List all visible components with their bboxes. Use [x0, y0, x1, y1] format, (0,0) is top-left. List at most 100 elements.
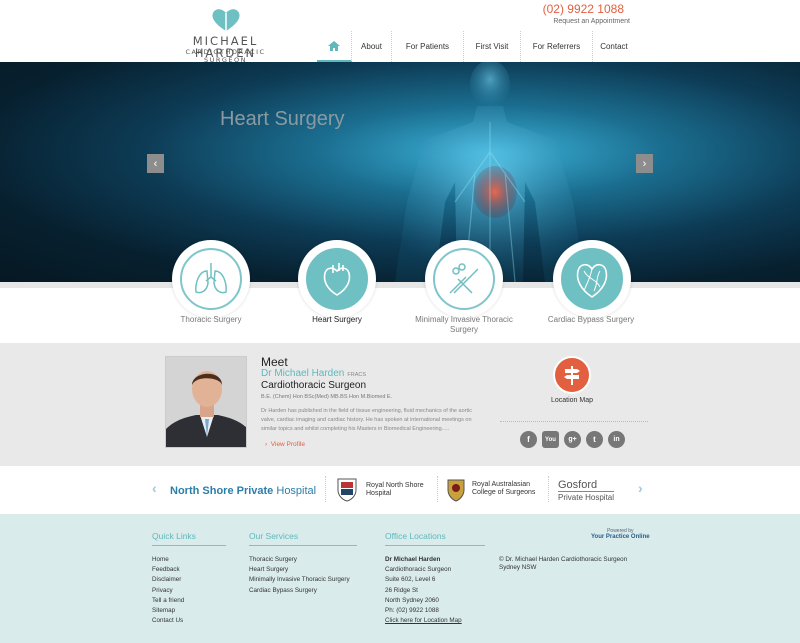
racs-crest-icon[interactable]	[445, 476, 467, 502]
service-label-cardiac-bypass[interactable]: Cardiac Bypass Surgery	[541, 315, 641, 325]
facebook-icon[interactable]: f	[520, 431, 537, 448]
racs-line2: College of Surgeons	[472, 489, 536, 496]
hero-title: Heart Surgery	[220, 108, 345, 130]
service-label-thoracic[interactable]: Thoracic Surgery	[161, 315, 261, 325]
slider-prev-button[interactable]: ‹	[147, 154, 164, 173]
location-map-button[interactable]	[553, 356, 591, 394]
divider	[437, 476, 438, 502]
doctor-portrait-image	[166, 357, 246, 447]
main-nav: About For Patients First Visit For Refer…	[317, 31, 635, 62]
nav-contact[interactable]: Contact	[593, 31, 635, 62]
hero-slider: Heart Surgery ‹ ›	[0, 62, 800, 282]
quick-links-list: Home Feedback Disclaimer Privacy Tell a …	[152, 555, 184, 626]
surgical-instruments-icon	[449, 263, 479, 294]
location-map-link[interactable]: Click here for Location Map	[385, 616, 462, 626]
doctor-bio: Dr Harden has published in the field of …	[261, 408, 472, 432]
north-shore-private-logo[interactable]: North Shore Private Hospital	[170, 485, 316, 497]
doctor-fracs: FRACS	[347, 372, 367, 378]
heart-logo-icon	[212, 9, 240, 31]
footer-link-home[interactable]: Home	[152, 555, 184, 565]
office-line: Suite 602, Level 6	[385, 576, 436, 584]
social-links: f You g+ t in	[520, 431, 625, 448]
bypass-heart-icon	[576, 263, 608, 298]
footer-link-contact-us[interactable]: Contact Us	[152, 616, 184, 626]
royal-north-shore-logo[interactable]: Royal North Shore Hospital	[366, 482, 424, 498]
office-line: 26 Ridge St	[385, 586, 418, 594]
gosford-name: Gosford	[558, 479, 598, 491]
partners-carousel: ‹ North Shore Private Hospital Royal Nor…	[0, 466, 800, 514]
doctor-role: Cardiothoracic Surgeon	[261, 380, 367, 391]
office-name-text: Dr Michael Harden	[385, 556, 441, 563]
rnsh-line2: Hospital	[366, 490, 392, 497]
slider-next-button[interactable]: ›	[636, 154, 653, 173]
doctor-name: Dr Michael Harden FRACS	[261, 368, 366, 379]
google-plus-icon[interactable]: g+	[564, 431, 581, 448]
copyright: © Dr. Michael Harden Cardiothoracic Surg…	[499, 556, 627, 572]
service-cardiac-bypass[interactable]	[553, 240, 631, 318]
view-profile-link[interactable]: › View Profile	[265, 441, 305, 448]
nshp-name: North Shore Private	[170, 485, 274, 497]
nav-for-patients[interactable]: For Patients	[392, 31, 464, 62]
footer-link-minimally-invasive[interactable]: Minimally Invasive Thoracic Surgery	[249, 575, 350, 585]
site-logo[interactable]: MICHAEL HARDEN CARDIOTHORACIC SURGEON	[163, 8, 288, 64]
office-name: Dr Michael Harden	[385, 555, 462, 565]
footer-link-sitemap[interactable]: Sitemap	[152, 606, 184, 616]
service-label-heart[interactable]: Heart Surgery	[287, 315, 387, 325]
doctor-qualifications: B.E. (Chem) Hon BSc(Med) MB.BS Hon M.Bio…	[261, 394, 393, 400]
home-icon	[328, 40, 340, 51]
header-phone[interactable]: (02) 9922 1088	[543, 2, 624, 16]
footer-link-thoracic[interactable]: Thoracic Surgery	[249, 555, 350, 565]
office-line: Cardiothoracic Surgeon	[385, 566, 452, 574]
racs-logo[interactable]: Royal Australasian College of Surgeons	[472, 481, 535, 497]
nav-first-visit[interactable]: First Visit	[464, 31, 521, 62]
meet-heading: Meet	[261, 355, 288, 369]
ypo-brand: Your Practice Online	[591, 534, 650, 540]
service-thoracic-surgery[interactable]	[172, 240, 250, 318]
linkedin-icon[interactable]: in	[608, 431, 625, 448]
divider	[548, 476, 549, 502]
nav-home[interactable]	[317, 31, 352, 62]
footer-link-feedback[interactable]: Feedback	[152, 565, 184, 575]
service-label-minimally-invasive[interactable]: Minimally Invasive Thoracic Surgery	[414, 315, 514, 335]
lungs-icon	[195, 263, 227, 294]
copyright-line2: Sydney NSW	[499, 564, 537, 571]
office-address: Dr Michael Harden Cardiothoracic Surgeon…	[385, 555, 462, 626]
site-header: MICHAEL HARDEN CARDIOTHORACIC SURGEON (0…	[0, 0, 800, 64]
services-band	[0, 282, 800, 342]
service-heart-surgery[interactable]	[298, 240, 376, 318]
office-line: North Sydney 2060	[385, 596, 439, 604]
service-minimally-invasive[interactable]	[425, 240, 503, 318]
youtube-icon[interactable]: You	[542, 431, 559, 448]
footer-link-heart[interactable]: Heart Surgery	[249, 565, 350, 575]
nav-about[interactable]: About	[352, 31, 392, 62]
footer-link-cardiac-bypass[interactable]: Cardiac Bypass Surgery	[249, 586, 350, 596]
partners-next-icon[interactable]: ›	[638, 480, 643, 496]
location-map-label[interactable]: Location Map	[540, 397, 604, 404]
footer-link-tell-a-friend[interactable]: Tell a friend	[152, 596, 184, 606]
heart-icon	[323, 263, 351, 296]
divider	[500, 421, 648, 422]
doctor-name-text: Dr Michael Harden	[261, 368, 345, 379]
signpost-icon	[564, 366, 580, 385]
gosford-sub: Private Hospital	[558, 491, 615, 502]
rnsh-line1: Royal North Shore	[366, 482, 424, 489]
nshp-hospital: Hospital	[276, 485, 317, 497]
footer-link-disclaimer[interactable]: Disclaimer	[152, 575, 184, 585]
office-locations-heading: Office Locations	[385, 531, 485, 546]
request-appointment-link[interactable]: Request an Appointment	[553, 18, 630, 25]
view-profile-label: View Profile	[270, 441, 305, 448]
partners-prev-icon[interactable]: ‹	[152, 480, 157, 496]
services-list: Thoracic Surgery Heart Surgery Minimally…	[249, 555, 350, 596]
copyright-line1: © Dr. Michael Harden Cardiothoracic Surg…	[499, 556, 628, 563]
racs-line1: Royal Australasian	[472, 481, 530, 488]
doctor-photo	[165, 356, 247, 448]
powered-by-logo[interactable]: Powered by Your Practice Online	[591, 528, 650, 540]
royal-north-shore-crest-icon[interactable]	[336, 476, 358, 502]
meet-doctor-section: Meet Dr Michael Harden FRACS Cardiothorac…	[0, 343, 800, 466]
gosford-private-logo[interactable]: Gosford Private Hospital	[558, 479, 615, 503]
twitter-icon[interactable]: t	[586, 431, 603, 448]
divider	[325, 476, 326, 502]
footer-link-privacy[interactable]: Privacy	[152, 586, 184, 596]
nav-for-referrers[interactable]: For Referrers	[521, 31, 593, 62]
our-services-heading: Our Services	[249, 531, 357, 546]
